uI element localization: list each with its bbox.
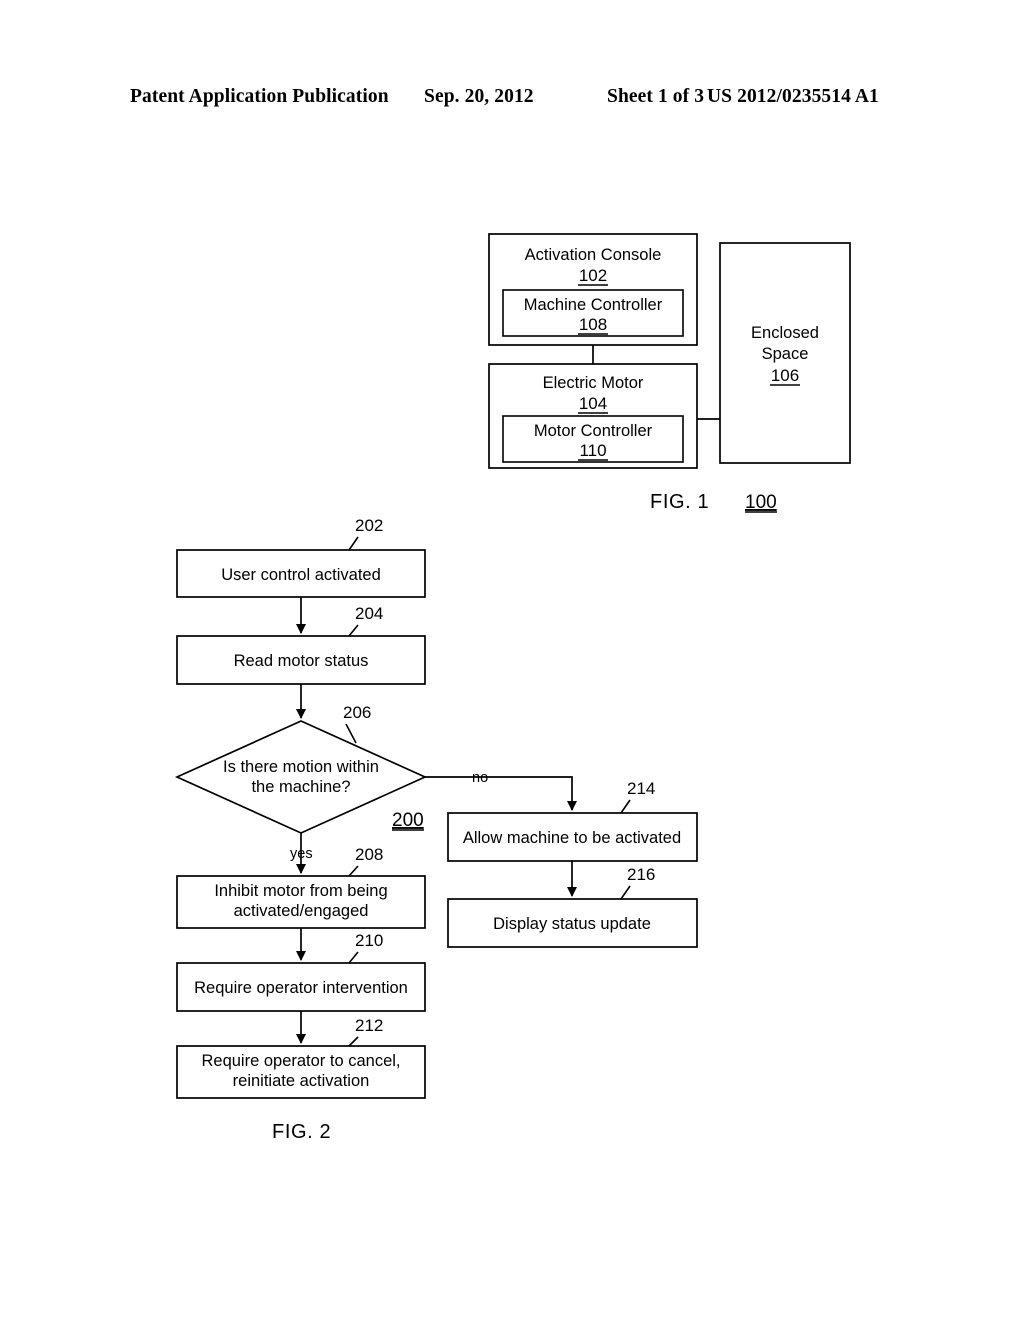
block-motor-controller: Motor Controller 110: [502, 415, 684, 463]
patent-drawing-sheet: Enclosed Space 106 Activation Console 10…: [174, 233, 851, 1143]
block-machine-controller: Machine Controller 108: [502, 289, 684, 337]
figure-2-caption-ref: 200: [392, 810, 424, 831]
flow-step-214-ref: 214: [627, 779, 655, 798]
flow-decision-206-label-line1: Is there motion within: [223, 758, 379, 776]
block-motor-controller-label: Motor Controller: [534, 422, 653, 440]
block-electric-motor-label: Electric Motor: [543, 374, 644, 392]
block-enclosed-space: Enclosed Space 106: [719, 242, 851, 464]
flow-step-212-label-line2: reinitiate activation: [233, 1072, 370, 1090]
flow-step-208-label-line1: Inhibit motor from being: [214, 882, 387, 900]
flow-branch-label-yes: yes: [290, 846, 313, 862]
flow-step-214-label: Allow machine to be activated: [463, 829, 681, 847]
block-enclosed-space-ref: 106: [771, 366, 799, 385]
block-activation-console: Activation Console 102 Machine Controlle…: [488, 233, 698, 346]
block-machine-controller-label: Machine Controller: [524, 296, 663, 314]
figure-2-caption: FIG. 2: [272, 1121, 331, 1143]
flow-decision-206-label-line2: the machine?: [251, 778, 350, 796]
figure-2-group: User control activated 202 Read motor st…: [174, 516, 698, 1143]
flow-step-204-label: Read motor status: [234, 652, 369, 670]
block-enclosed-space-label-line1: Enclosed: [751, 324, 819, 342]
flow-step-210-ref: 210: [355, 931, 383, 950]
flow-step-202: User control activated 202: [176, 516, 426, 598]
figure-1-group: Enclosed Space 106 Activation Console 10…: [488, 233, 851, 513]
flow-decision-206-ref: 206: [343, 703, 371, 722]
flow-step-208-ref: 208: [355, 845, 383, 864]
flow-step-208-label-line2: activated/engaged: [234, 902, 369, 920]
flow-branch-label-no: no: [472, 770, 488, 786]
flow-step-202-ref: 202: [355, 516, 383, 535]
flow-step-216-label: Display status update: [493, 915, 651, 933]
block-machine-controller-ref: 108: [579, 315, 607, 334]
figure-1-caption: FIG. 1: [650, 491, 709, 513]
block-electric-motor-ref: 104: [579, 394, 607, 413]
block-enclosed-space-label-line2: Space: [762, 345, 809, 363]
flow-step-216-ref: 216: [627, 865, 655, 884]
flow-step-202-label: User control activated: [221, 566, 381, 584]
flow-decision-206: Is there motion within the machine? 206: [174, 703, 428, 834]
block-activation-console-ref: 102: [579, 266, 607, 285]
block-activation-console-label: Activation Console: [525, 246, 662, 264]
flow-step-210-label: Require operator intervention: [194, 979, 408, 997]
flow-step-204-ref: 204: [355, 604, 383, 623]
figure-1-caption-ref: 100: [745, 492, 777, 513]
block-motor-controller-ref: 110: [579, 441, 606, 460]
flow-step-212-ref: 212: [355, 1016, 383, 1035]
connector-206-no-to-214: [425, 776, 578, 812]
flow-step-212-label-line1: Require operator to cancel,: [201, 1052, 400, 1070]
block-electric-motor: Electric Motor 104 Motor Controller 110: [488, 363, 698, 469]
